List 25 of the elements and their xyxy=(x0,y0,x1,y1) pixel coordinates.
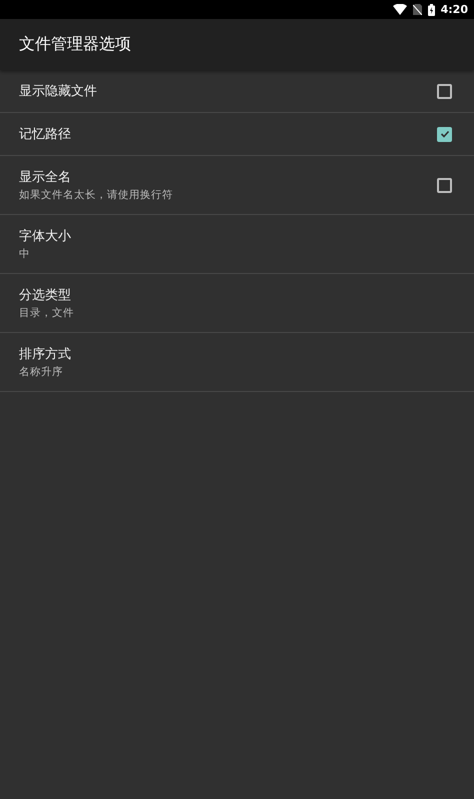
settings-item[interactable]: 分选类型 目录，文件 xyxy=(0,274,474,333)
setting-title: 记忆路径 xyxy=(19,126,72,143)
setting-summary: 中 xyxy=(19,247,31,261)
checkbox[interactable] xyxy=(437,178,452,192)
battery-icon xyxy=(428,4,435,16)
setting-title: 字体大小 xyxy=(19,228,72,245)
setting-title: 显示全名 xyxy=(19,169,72,186)
checkmark-icon xyxy=(440,129,450,139)
setting-summary: 如果文件名太长，请使用换行符 xyxy=(19,188,174,202)
settings-item[interactable]: 排序方式 名称升序 xyxy=(0,333,474,392)
settings-item[interactable]: 显示隐藏文件 xyxy=(0,70,474,113)
setting-title: 显示隐藏文件 xyxy=(19,83,98,100)
clock-time: 4:20 xyxy=(440,3,468,16)
settings-item[interactable]: 记忆路径 xyxy=(0,113,474,156)
setting-title: 排序方式 xyxy=(19,346,72,363)
settings-item[interactable]: 字体大小 中 xyxy=(0,215,474,274)
screen-title: 文件管理器选项 xyxy=(19,34,131,55)
checkbox[interactable] xyxy=(437,84,452,98)
wifi-icon xyxy=(392,4,407,15)
setting-summary: 名称升序 xyxy=(19,365,64,379)
setting-summary: 目录，文件 xyxy=(19,306,75,320)
no-sim-icon xyxy=(412,4,422,15)
checkbox[interactable] xyxy=(437,126,452,142)
setting-title: 分选类型 xyxy=(19,287,72,304)
settings-item[interactable]: 显示全名 如果文件名太长，请使用换行符 xyxy=(0,156,474,215)
